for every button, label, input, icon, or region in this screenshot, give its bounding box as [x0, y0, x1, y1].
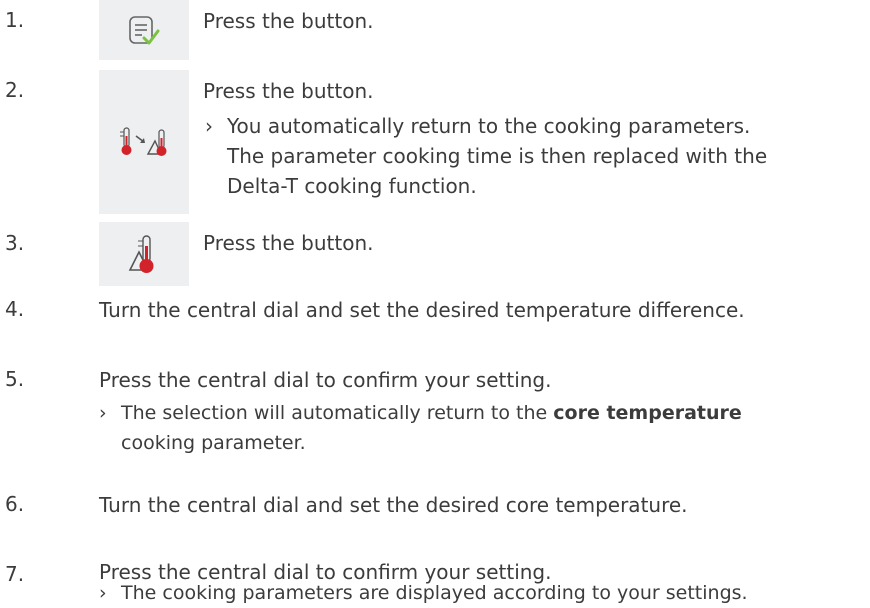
- result-line: Delta-T cooking function.: [227, 174, 477, 198]
- step-result: › You automatically return to the cookin…: [205, 111, 768, 201]
- step-instruction: Press the button.: [203, 231, 374, 255]
- delta-t-thermometer-icon: [99, 222, 189, 286]
- result-line: cooking parameter.: [121, 432, 306, 454]
- step-number: 5.: [5, 367, 25, 391]
- step-instruction: Press the button.: [203, 9, 374, 33]
- step-number: 1.: [5, 8, 25, 32]
- step-instruction: Press the central dial to confirm your s…: [99, 368, 552, 392]
- checklist-confirm-icon: [99, 0, 189, 60]
- step-instruction: Turn the central dial and set the desire…: [99, 493, 688, 517]
- result-line: The parameter cooking time is then repla…: [227, 144, 768, 168]
- step-instruction: Turn the central dial and set the desire…: [99, 298, 745, 322]
- step-number: 7.: [5, 562, 25, 586]
- result-marker: ›: [99, 582, 107, 604]
- step-number: 3.: [5, 231, 25, 255]
- step-number: 6.: [5, 492, 25, 516]
- result-line: The cooking parameters are displayed acc…: [121, 582, 748, 604]
- step-number: 2.: [5, 78, 25, 102]
- result-text: The selection will automatically return …: [121, 402, 554, 424]
- result-line: The selection will automatically return …: [121, 398, 742, 428]
- delta-t-switch-icon: [99, 70, 189, 214]
- result-marker: ›: [99, 402, 107, 424]
- result-line: You automatically return to the cooking …: [227, 114, 751, 138]
- result-marker: ›: [205, 114, 213, 138]
- step-result: › The cooking parameters are displayed a…: [99, 578, 748, 608]
- step-result: › The selection will automatically retur…: [99, 398, 742, 458]
- result-bold-text: core temperature: [553, 402, 742, 424]
- step-number: 4.: [5, 297, 25, 321]
- step-instruction: Press the button.: [203, 79, 374, 103]
